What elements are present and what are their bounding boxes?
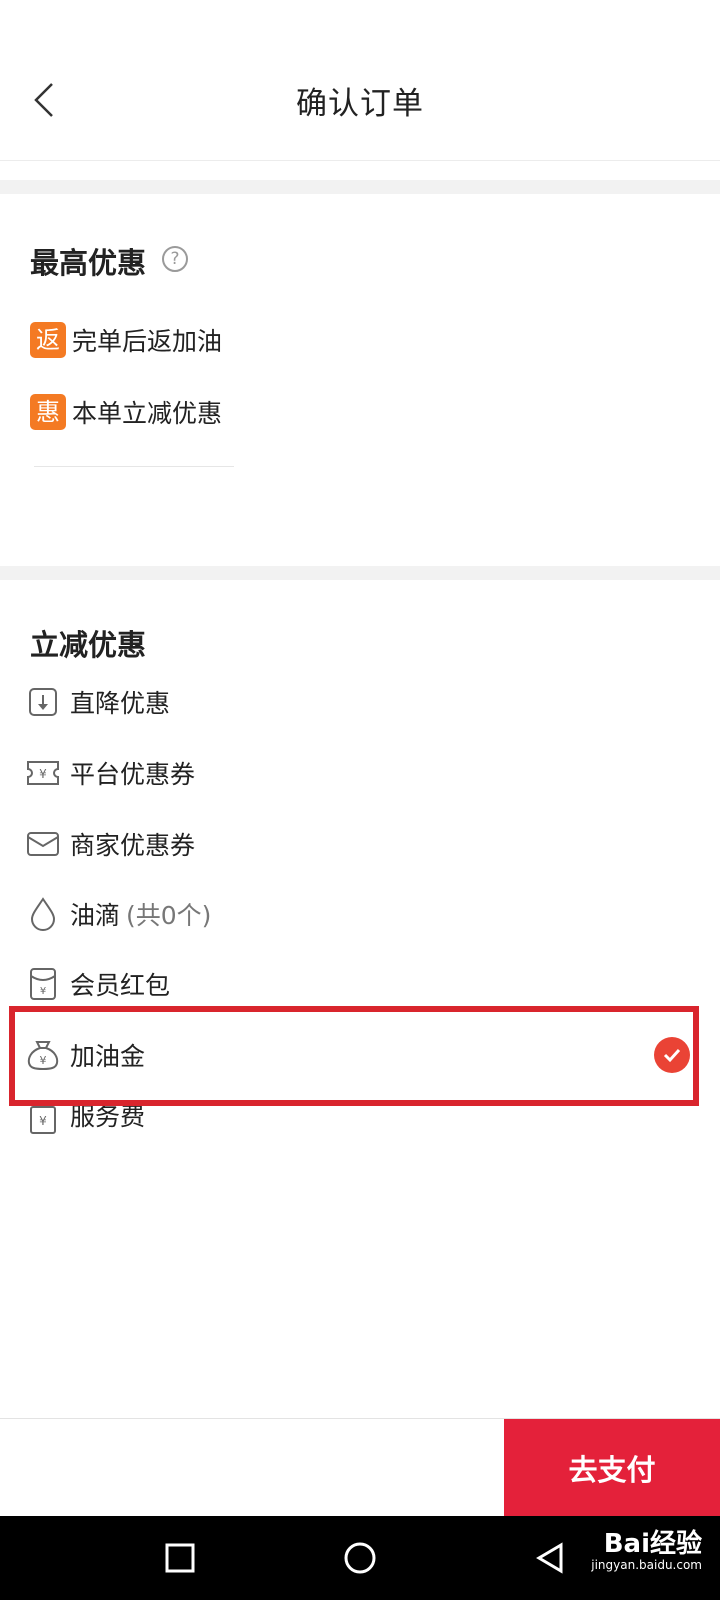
page-title: 确认订单: [296, 86, 424, 122]
bottom-bar: 去支付: [0, 1418, 720, 1517]
divider: [34, 466, 234, 467]
triangle-back-icon: [536, 1542, 563, 1574]
oil-drop-icon: [26, 897, 60, 931]
item-label: 平台优惠券: [70, 760, 196, 789]
header: 确认订单: [0, 0, 720, 161]
highlight-annotation: [9, 1006, 699, 1106]
home-button[interactable]: [320, 1516, 400, 1600]
best-offer-title: 最高优惠: [30, 246, 147, 280]
back-nav-button[interactable]: [510, 1516, 590, 1600]
discount-item-direct[interactable]: 直降优惠: [0, 672, 720, 732]
badge-row-discount: 惠 本单立减优惠: [30, 392, 222, 432]
discount-item-member-red-envelope[interactable]: ¥ 会员红包: [0, 954, 720, 1014]
section-separator: [0, 180, 720, 194]
oil-drop-count: (共0个): [126, 901, 212, 930]
svg-text:¥: ¥: [40, 986, 46, 997]
svg-text:¥: ¥: [39, 767, 47, 781]
discount-item-oil-drops[interactable]: 油滴 (共0个): [0, 884, 720, 944]
recents-button[interactable]: [140, 1516, 220, 1600]
discount-badge: 惠: [30, 394, 66, 430]
item-label: 直降优惠: [70, 689, 171, 718]
item-label: 会员红包: [70, 971, 171, 1000]
platform-coupon-icon: ¥: [26, 756, 60, 790]
pay-button[interactable]: 去支付: [504, 1419, 720, 1517]
discount-label: 本单立减优惠: [72, 399, 223, 428]
baidu-watermark: Bai经验 jingyan.baidu.com: [591, 1530, 702, 1572]
item-label: 油滴: [70, 901, 121, 930]
discount-item-merchant-coupon[interactable]: 商家优惠券: [0, 814, 720, 874]
service-fee-icon: ¥: [26, 1103, 60, 1137]
arrow-down-box-icon: [26, 685, 60, 719]
merchant-coupon-icon: [26, 827, 60, 861]
svg-text:¥: ¥: [39, 1114, 47, 1128]
watermark-url: jingyan.baidu.com: [591, 1558, 702, 1572]
help-icon[interactable]: ?: [162, 246, 188, 272]
discount-item-platform-coupon[interactable]: ¥ 平台优惠券: [0, 743, 720, 803]
circle-icon: [344, 1542, 376, 1574]
watermark-brand: Bai经验: [603, 1529, 702, 1559]
instant-discount-title: 立减优惠: [30, 628, 147, 662]
item-label: 商家优惠券: [70, 831, 196, 860]
red-envelope-icon: ¥: [26, 967, 60, 1001]
rebate-label: 完单后返加油: [72, 327, 223, 356]
rebate-badge: 返: [30, 322, 66, 358]
section-separator: [0, 566, 720, 580]
square-icon: [165, 1543, 195, 1573]
badge-row-rebate: 返 完单后返加油: [30, 320, 222, 360]
